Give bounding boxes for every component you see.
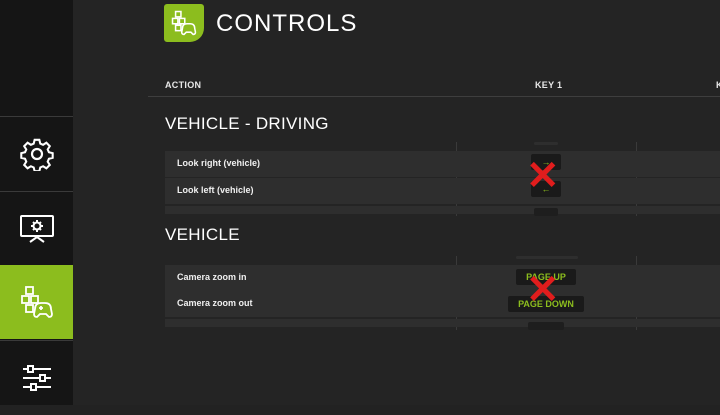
sidebar-item-controls[interactable]	[0, 265, 73, 339]
sidebar-item-advanced-settings[interactable]	[0, 340, 73, 415]
page-title: CONTROLS	[216, 10, 358, 37]
section-title-vehicle: VEHICLE	[165, 225, 240, 244]
keycap-edge	[516, 256, 578, 259]
display-settings-icon	[19, 215, 54, 243]
header-divider	[148, 96, 720, 97]
sliders-icon	[22, 365, 51, 391]
sidebar-item-display-settings[interactable]	[0, 191, 73, 266]
keycap-edge	[534, 142, 558, 145]
table-row-partial	[165, 206, 720, 214]
table-row[interactable]: Camera zoom in	[165, 265, 720, 291]
red-x-mark: ✕	[526, 154, 560, 198]
column-header-key1: KEY 1	[535, 80, 563, 90]
action-label: Camera zoom in	[177, 272, 247, 282]
table-row-partial	[165, 319, 720, 327]
action-label: Camera zoom out	[177, 298, 253, 308]
controls-title-icon	[164, 4, 204, 42]
red-x-mark: ✕	[526, 268, 560, 312]
controls-gamepad-icon	[20, 286, 53, 318]
keycap-partial	[534, 208, 558, 216]
keycap-partial	[528, 322, 564, 330]
table-row[interactable]: Look left (vehicle)	[165, 178, 720, 204]
sidebar-item-general-settings[interactable]	[0, 116, 73, 191]
table-row[interactable]: Camera zoom out	[165, 291, 720, 317]
gamepad-icon	[171, 10, 197, 36]
action-label: Look right (vehicle)	[177, 158, 261, 168]
column-header-action: ACTION	[165, 80, 202, 90]
gear-icon	[19, 138, 54, 171]
column-header-key2: K	[716, 80, 720, 90]
section-title-vehicle-driving: VEHICLE - DRIVING	[165, 114, 329, 133]
sidebar	[0, 0, 80, 405]
table-row[interactable]: Look right (vehicle)	[165, 151, 720, 177]
action-label: Look left (vehicle)	[177, 185, 254, 195]
